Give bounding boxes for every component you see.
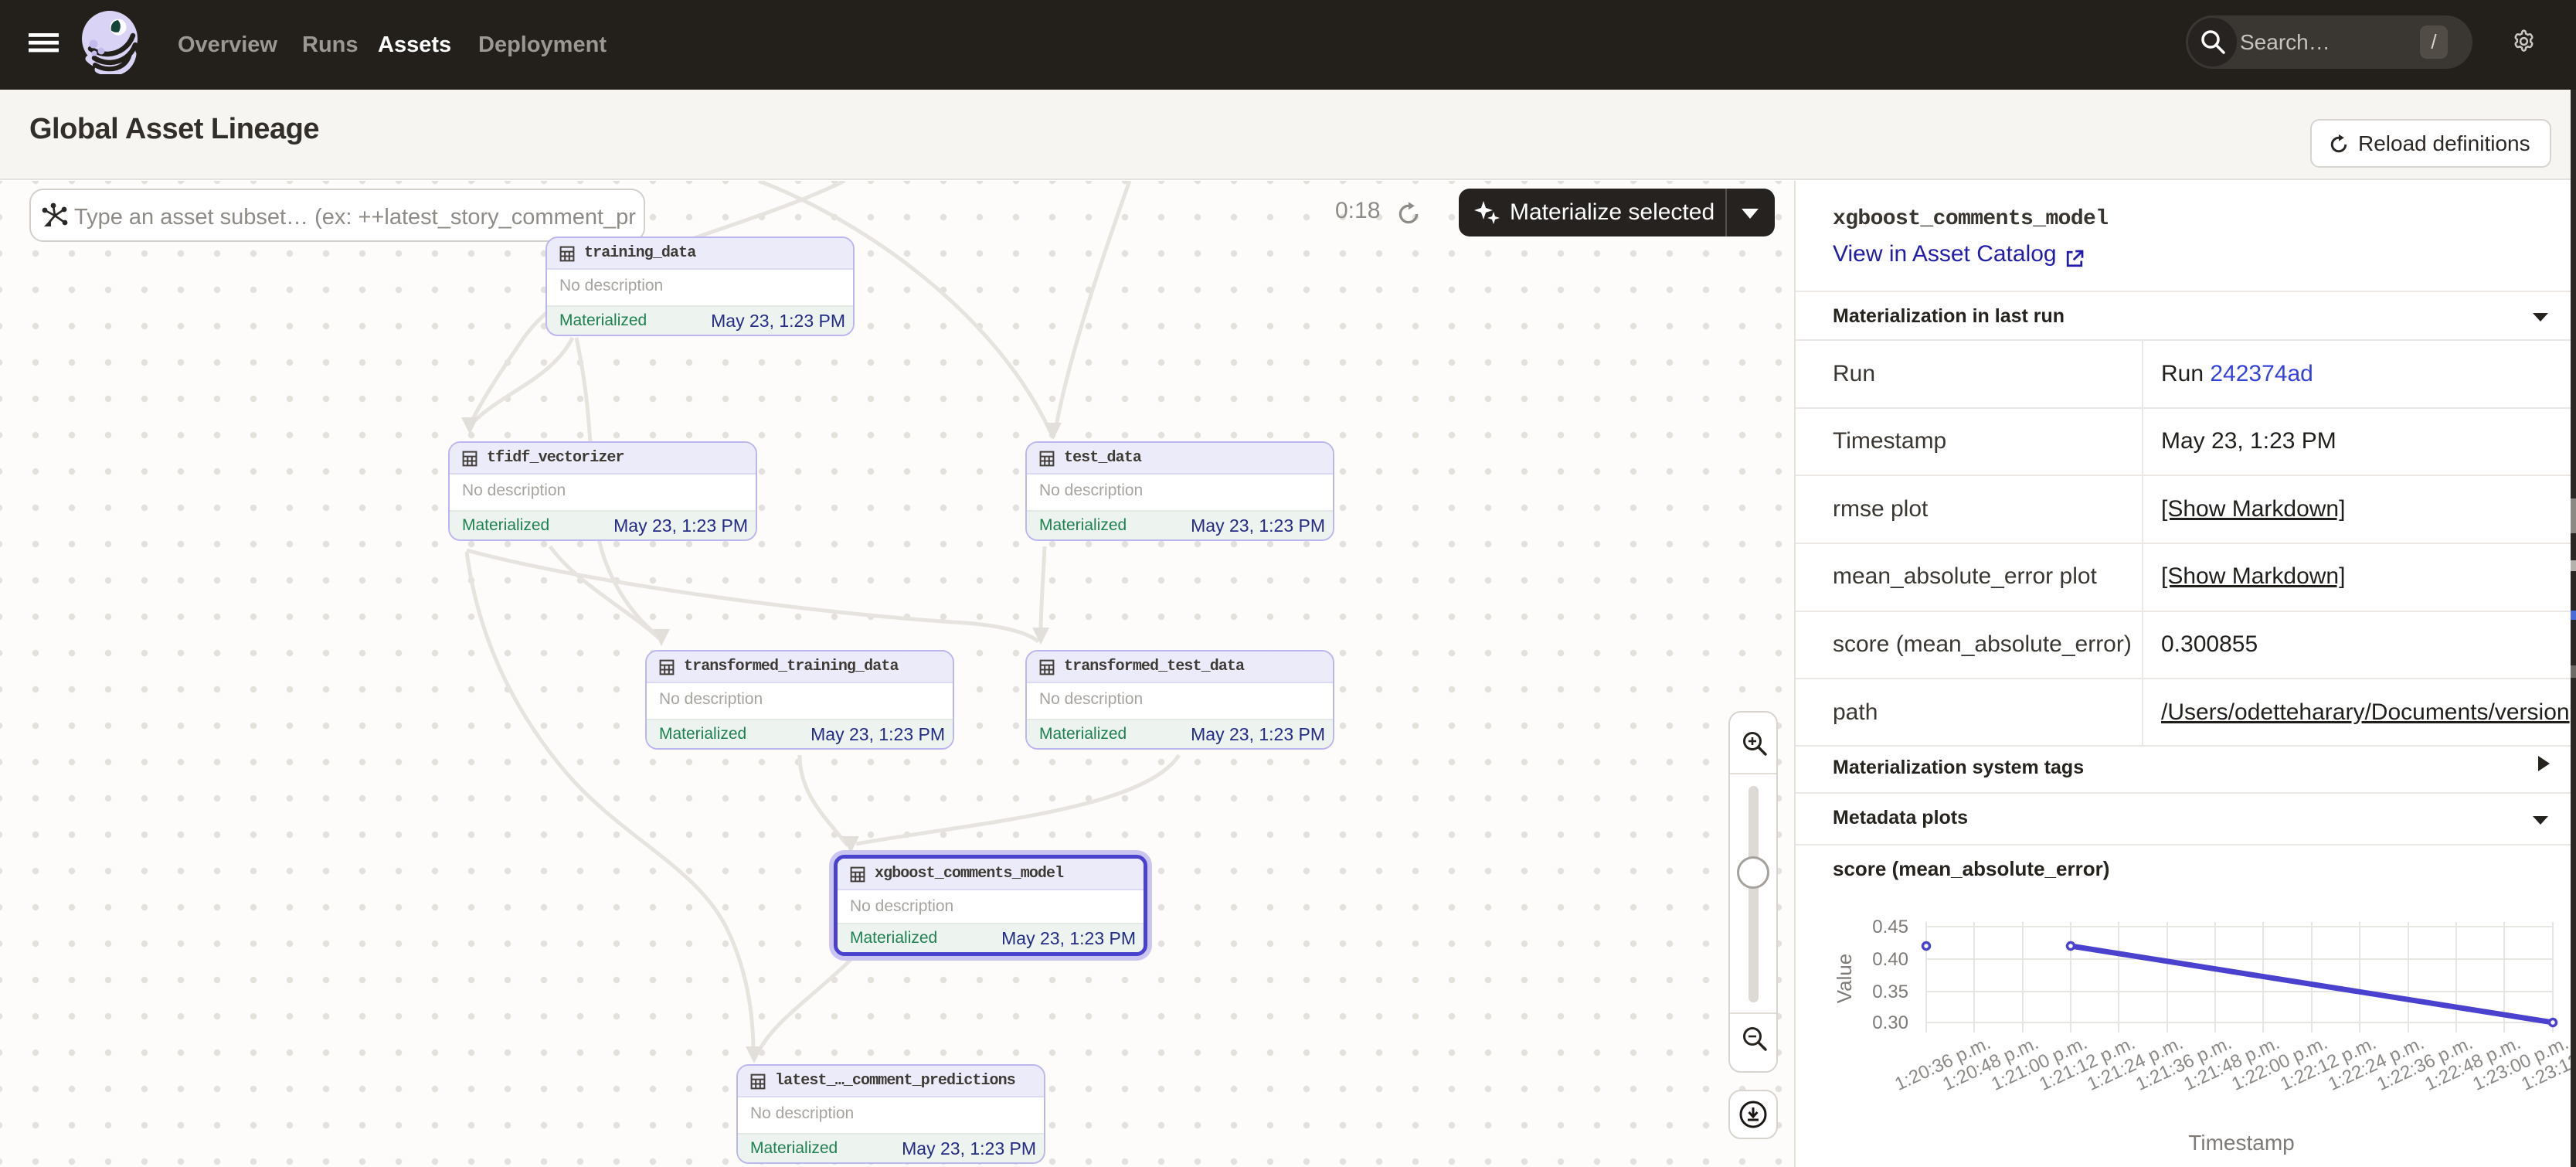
svg-text:0.30: 0.30 bbox=[1872, 1012, 1908, 1033]
svg-text:0.45: 0.45 bbox=[1872, 917, 1908, 937]
svg-text:0.35: 0.35 bbox=[1872, 982, 1908, 1002]
svg-text:0.40: 0.40 bbox=[1872, 949, 1908, 970]
svg-text:Value: Value bbox=[1833, 954, 1856, 1004]
svg-text:Timestamp: Timestamp bbox=[2188, 1131, 2294, 1155]
